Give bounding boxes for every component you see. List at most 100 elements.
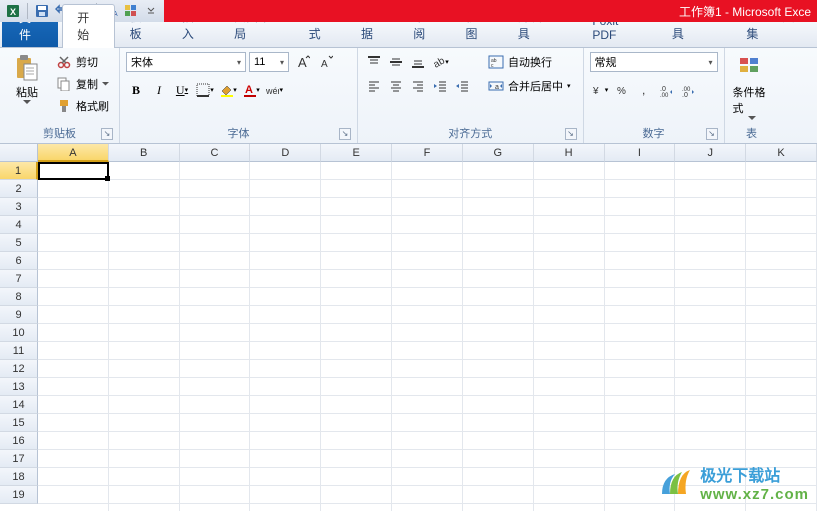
cell[interactable]	[250, 198, 321, 216]
cell[interactable]	[180, 486, 251, 504]
cell[interactable]	[675, 378, 746, 396]
row-header-11[interactable]: 11	[0, 342, 38, 360]
tab-home[interactable]: 开始	[62, 4, 114, 48]
cell[interactable]	[250, 162, 321, 180]
cell[interactable]	[180, 324, 251, 342]
cell[interactable]	[180, 504, 251, 511]
active-cell-A1[interactable]	[38, 162, 109, 180]
cell[interactable]	[250, 414, 321, 432]
shrink-font-button[interactable]: A	[315, 52, 335, 72]
cell[interactable]	[180, 288, 251, 306]
cell[interactable]	[675, 396, 746, 414]
cell[interactable]	[250, 378, 321, 396]
cell[interactable]	[109, 396, 180, 414]
cell[interactable]	[180, 234, 251, 252]
row-header-1[interactable]: 1	[0, 162, 38, 180]
cell[interactable]	[109, 342, 180, 360]
cell[interactable]	[463, 252, 534, 270]
cell[interactable]	[534, 486, 605, 504]
color-icon[interactable]	[122, 2, 140, 20]
cell[interactable]	[321, 450, 392, 468]
font-launcher[interactable]: ↘	[339, 128, 351, 140]
cell[interactable]	[463, 216, 534, 234]
cell[interactable]	[321, 216, 392, 234]
cell[interactable]	[392, 414, 463, 432]
cell[interactable]	[746, 342, 817, 360]
cell[interactable]	[109, 252, 180, 270]
cell[interactable]	[463, 234, 534, 252]
cell[interactable]	[38, 450, 109, 468]
cell[interactable]	[534, 360, 605, 378]
cell[interactable]	[250, 180, 321, 198]
cell[interactable]	[321, 306, 392, 324]
cell[interactable]	[109, 288, 180, 306]
cell[interactable]	[321, 396, 392, 414]
save-icon[interactable]	[33, 2, 51, 20]
cell[interactable]	[250, 252, 321, 270]
col-header-B[interactable]: B	[109, 144, 180, 162]
cell[interactable]	[746, 324, 817, 342]
col-header-J[interactable]: J	[675, 144, 746, 162]
cell[interactable]	[463, 504, 534, 511]
font-size-combo[interactable]: 11▾	[249, 52, 289, 72]
cell[interactable]	[746, 234, 817, 252]
cell[interactable]	[321, 504, 392, 511]
cell[interactable]	[463, 486, 534, 504]
row-header-5[interactable]: 5	[0, 234, 38, 252]
row-header-4[interactable]: 4	[0, 216, 38, 234]
cell[interactable]	[746, 504, 817, 511]
row-header-14[interactable]: 14	[0, 396, 38, 414]
cell[interactable]	[392, 432, 463, 450]
clipboard-launcher[interactable]: ↘	[101, 128, 113, 140]
cell[interactable]	[38, 306, 109, 324]
underline-button[interactable]: U▾	[172, 80, 192, 100]
cell[interactable]	[392, 306, 463, 324]
cell[interactable]	[109, 234, 180, 252]
cell[interactable]	[38, 486, 109, 504]
cell[interactable]	[38, 432, 109, 450]
cell[interactable]	[605, 324, 676, 342]
cell[interactable]	[534, 378, 605, 396]
font-name-combo[interactable]: 宋体▾	[126, 52, 246, 72]
cell[interactable]	[746, 162, 817, 180]
cell[interactable]	[675, 306, 746, 324]
cell[interactable]	[746, 360, 817, 378]
row-header-12[interactable]: 12	[0, 360, 38, 378]
align-left-button[interactable]	[364, 76, 384, 96]
cell[interactable]	[463, 450, 534, 468]
row-header-3[interactable]: 3	[0, 198, 38, 216]
row-header-10[interactable]: 10	[0, 324, 38, 342]
cell[interactable]	[463, 396, 534, 414]
cell[interactable]	[180, 468, 251, 486]
align-center-button[interactable]	[386, 76, 406, 96]
cell[interactable]	[392, 396, 463, 414]
cell[interactable]	[605, 342, 676, 360]
cell[interactable]	[109, 360, 180, 378]
cell[interactable]	[109, 198, 180, 216]
cell[interactable]	[250, 504, 321, 511]
cell[interactable]	[746, 432, 817, 450]
row-header-18[interactable]: 18	[0, 468, 38, 486]
cell[interactable]	[180, 270, 251, 288]
cell[interactable]	[321, 324, 392, 342]
decrease-decimal-button[interactable]: .00.0	[678, 80, 698, 100]
copy-button[interactable]: 复制	[52, 74, 113, 94]
merge-center-button[interactable]: a合并后居中▾	[482, 76, 577, 96]
cut-button[interactable]: 剪切	[52, 52, 113, 72]
cell[interactable]	[675, 234, 746, 252]
cell[interactable]	[675, 288, 746, 306]
cell[interactable]	[675, 252, 746, 270]
cell[interactable]	[38, 180, 109, 198]
cell[interactable]	[534, 270, 605, 288]
cell[interactable]	[675, 360, 746, 378]
cell[interactable]	[605, 504, 676, 511]
cell[interactable]	[38, 252, 109, 270]
phonetic-button[interactable]: wén▾	[264, 80, 284, 100]
cell[interactable]	[746, 288, 817, 306]
cell[interactable]	[605, 252, 676, 270]
cell[interactable]	[38, 504, 109, 511]
cell[interactable]	[392, 234, 463, 252]
cell[interactable]	[180, 450, 251, 468]
cell[interactable]	[675, 216, 746, 234]
cell[interactable]	[746, 396, 817, 414]
